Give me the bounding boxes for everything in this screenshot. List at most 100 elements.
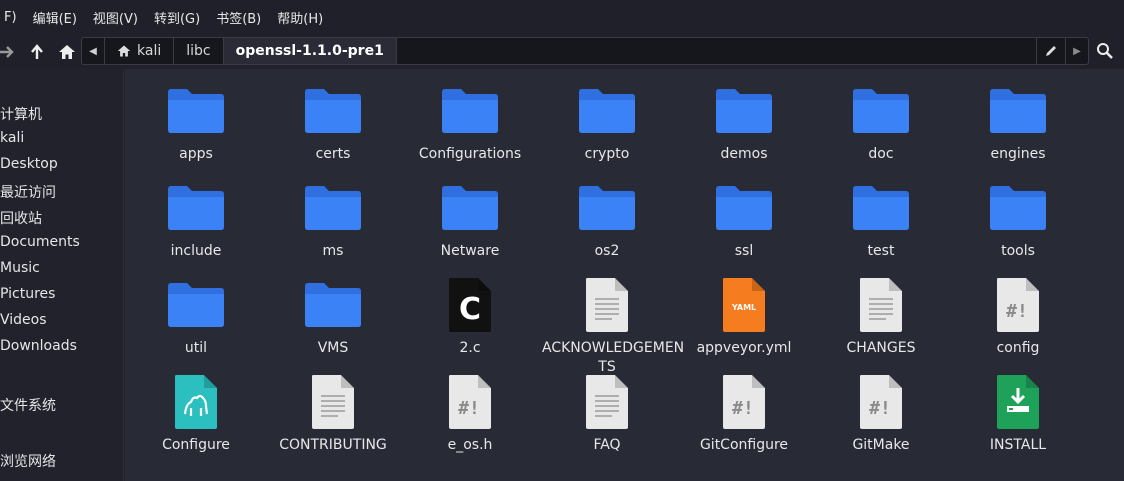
svg-text:#!: #!: [458, 398, 480, 419]
folder-icon: [304, 83, 362, 139]
file-item[interactable]: Configure: [131, 374, 261, 470]
sidebar-item-documents[interactable]: Documents: [0, 234, 80, 250]
file-name: apps: [179, 146, 213, 162]
text-file-icon: [304, 374, 362, 430]
file-name: CHANGES: [846, 340, 916, 356]
text-file-icon: [578, 374, 636, 430]
file-name: Netware: [440, 243, 500, 259]
file-item[interactable]: C 2.c: [405, 277, 535, 373]
menu-edit[interactable]: 编辑(E): [25, 8, 85, 27]
folder-icon: [167, 180, 225, 236]
file-item[interactable]: #! config: [953, 277, 1083, 373]
file-item[interactable]: tools: [953, 180, 1083, 276]
file-item[interactable]: #! e_os.h: [405, 374, 535, 470]
folder-icon: [852, 180, 910, 236]
sidebar-item-recent[interactable]: 最近访问: [0, 182, 56, 202]
breadcrumb-kali[interactable]: kali: [105, 38, 175, 64]
folder-icon: [578, 180, 636, 236]
menu-help[interactable]: 帮助(H): [269, 8, 331, 27]
sidebar-item-videos[interactable]: Videos: [0, 312, 47, 328]
file-item[interactable]: util: [131, 277, 261, 373]
perl-script-icon: [167, 374, 225, 430]
folder-icon: [304, 277, 362, 333]
file-item[interactable]: apps: [131, 83, 261, 179]
file-item[interactable]: Netware: [405, 180, 535, 276]
file-item[interactable]: FAQ: [542, 374, 672, 470]
sidebar-item-music[interactable]: Music: [0, 260, 40, 276]
file-item[interactable]: include: [131, 180, 261, 276]
file-item[interactable]: demos: [679, 83, 809, 179]
file-item[interactable]: engines: [953, 83, 1083, 179]
sidebar-item-network[interactable]: 浏览网络: [0, 451, 56, 471]
file-item[interactable]: INSTALL: [953, 374, 1083, 470]
script-file-icon: #!: [852, 374, 910, 430]
folder-icon: [441, 83, 499, 139]
folder-icon: [852, 83, 910, 139]
file-item[interactable]: CONTRIBUTING: [268, 374, 398, 470]
file-item[interactable]: CHANGES: [816, 277, 946, 373]
file-item[interactable]: ACKNOWLEDGEMEN TS: [542, 277, 684, 375]
file-name: doc: [868, 146, 894, 162]
pencil-icon: [1046, 46, 1056, 56]
yaml-file-icon: YAML: [715, 277, 773, 333]
menu-view[interactable]: 视图(V): [85, 8, 146, 27]
file-item[interactable]: certs: [268, 83, 398, 179]
breadcrumb-libc[interactable]: libc: [174, 38, 224, 64]
file-item[interactable]: #! GitMake: [816, 374, 946, 470]
path-scroll-right-button[interactable]: ▶: [1065, 38, 1088, 64]
sidebar-item-desktop[interactable]: Desktop: [0, 156, 58, 172]
file-name: GitConfigure: [699, 437, 789, 453]
menu-file[interactable]: F): [0, 10, 25, 25]
folder-icon: [989, 180, 1047, 236]
file-item[interactable]: ssl: [679, 180, 809, 276]
sidebar-item-filesystem[interactable]: 文件系统: [0, 395, 56, 415]
sidebar-item-kali[interactable]: kali: [0, 130, 24, 146]
file-name: CONTRIBUTING: [279, 437, 387, 453]
file-name: include: [170, 243, 222, 259]
sidebar-item-pictures[interactable]: Pictures: [0, 286, 55, 302]
home-icon: [117, 44, 131, 58]
file-item[interactable]: crypto: [542, 83, 672, 179]
home-button[interactable]: [52, 37, 82, 67]
triangle-right-icon: ▶: [1073, 45, 1081, 57]
file-item[interactable]: #! GitConfigure: [679, 374, 809, 470]
search-icon: [1097, 43, 1113, 59]
edit-location-button[interactable]: [1036, 38, 1065, 64]
breadcrumb-current[interactable]: openssl-1.1.0-pre1: [223, 38, 397, 64]
folder-icon: [167, 83, 225, 139]
file-item[interactable]: YAML appveyor.yml: [679, 277, 809, 373]
folder-icon: [989, 83, 1047, 139]
sidebar-item-computer[interactable]: 计算机: [0, 104, 42, 124]
file-item[interactable]: test: [816, 180, 946, 276]
file-item[interactable]: doc: [816, 83, 946, 179]
breadcrumb-label: kali: [137, 43, 162, 59]
file-item[interactable]: ms: [268, 180, 398, 276]
file-name: engines: [990, 146, 1046, 162]
menu-go[interactable]: 转到(G): [146, 8, 208, 27]
file-name: FAQ: [593, 437, 621, 453]
forward-button[interactable]: [0, 37, 22, 67]
up-button[interactable]: [22, 37, 52, 67]
search-button[interactable]: [1093, 38, 1117, 64]
folder-icon: [441, 180, 499, 236]
path-bar: ◀ kali libc openssl-1.1.0-pre1 ▶: [81, 37, 1089, 65]
file-name: tools: [1001, 243, 1035, 259]
file-item[interactable]: Configurations: [405, 83, 535, 179]
svg-text:#!: #!: [732, 398, 754, 419]
breadcrumb-label: libc: [186, 43, 211, 59]
folder-icon: [715, 83, 773, 139]
menu-bookmarks[interactable]: 书签(B): [208, 8, 269, 27]
file-name: GitMake: [852, 437, 910, 453]
c-source-file-icon: C: [441, 277, 499, 333]
file-item[interactable]: VMS: [268, 277, 398, 373]
up-arrow-icon: [31, 44, 43, 59]
triangle-left-icon: ◀: [89, 45, 97, 57]
sidebar-item-downloads[interactable]: Downloads: [0, 338, 77, 354]
file-name: e_os.h: [447, 437, 493, 453]
file-name: Configure: [162, 437, 230, 453]
file-item[interactable]: os2: [542, 180, 672, 276]
file-name: demos: [720, 146, 768, 162]
svg-text:#!: #!: [1006, 301, 1028, 322]
path-scroll-left-button[interactable]: ◀: [82, 38, 105, 64]
sidebar-item-trash[interactable]: 回收站: [0, 208, 42, 228]
